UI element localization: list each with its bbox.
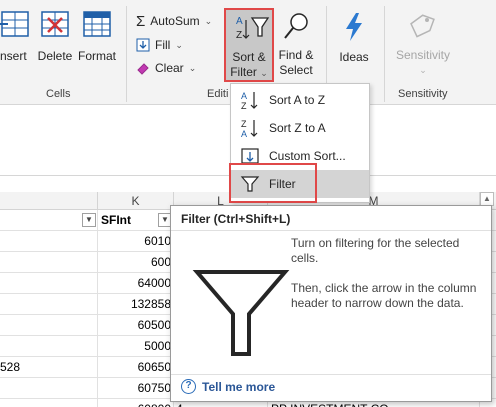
table-cell[interactable] <box>0 273 98 294</box>
sensitivity-group-label: Sensitivity <box>398 88 448 100</box>
table-cell[interactable] <box>0 231 98 252</box>
chevron-down-icon: ⌄ <box>419 65 427 75</box>
table-cell[interactable] <box>0 315 98 336</box>
clear-button[interactable]: Clear ⌄ <box>136 58 196 78</box>
table-cell[interactable] <box>0 336 98 357</box>
insert-button[interactable]: nsert <box>0 6 34 64</box>
menu-item-label: Sort A to Z <box>269 93 326 107</box>
insert-label: nsert <box>0 49 27 63</box>
svg-text:Z: Z <box>241 101 247 110</box>
column-header-k[interactable]: K <box>98 192 174 210</box>
sort-filter-label-1: Sort & <box>232 50 266 64</box>
filter-highlight-outline <box>229 163 317 203</box>
tooltip-divider <box>171 230 491 231</box>
ribbon-separator <box>126 6 127 102</box>
menu-item-sort-z-to-a[interactable]: Z A Sort Z to A <box>231 114 369 142</box>
help-icon: ? <box>181 379 196 394</box>
chevron-down-icon: ⌄ <box>175 39 183 50</box>
format-cells-icon <box>83 11 111 37</box>
tooltip-description: Then, click the arrow in the column head… <box>291 281 477 310</box>
find-select-label-1: Find & <box>278 48 314 62</box>
tooltip-divider <box>171 374 491 375</box>
sort-filter-button[interactable]: A Z Sort & Filter ⌄ <box>224 8 274 82</box>
sensitivity-label: Sensitivity <box>395 48 451 62</box>
table-cell[interactable]: 6010 <box>98 231 174 252</box>
chevron-down-icon: ⌄ <box>204 15 213 26</box>
fill-label: Fill <box>155 38 171 52</box>
tell-me-more-link[interactable]: ? Tell me more <box>181 379 275 394</box>
sigma-icon: Σ <box>136 12 146 30</box>
table-cell[interactable]: 132858 <box>98 294 174 315</box>
table-cell[interactable]: 64000 <box>98 273 174 294</box>
column-header-j[interactable] <box>0 192 98 210</box>
magnifier-icon <box>284 13 308 39</box>
table-cell[interactable]: 528 <box>0 357 98 378</box>
chevron-down-icon: ⌄ <box>188 62 197 73</box>
autosum-button[interactable]: Σ AutoSum ⌄ <box>136 11 212 31</box>
clear-label: Clear <box>155 61 184 75</box>
delete-button[interactable]: Delete <box>36 6 74 64</box>
insert-cells-icon <box>0 11 29 37</box>
table-cell[interactable] <box>0 294 98 315</box>
table-cell[interactable] <box>0 252 98 273</box>
table-cell[interactable]: 60500 <box>98 315 174 336</box>
sort-filter-label-2: Filter ⌄ <box>230 65 268 79</box>
sensitivity-button[interactable]: Sensitivity ⌄ <box>390 12 456 78</box>
filter-tooltip: Filter (Ctrl+Shift+L) Turn on filtering … <box>170 205 492 402</box>
menu-item-label: Sort Z to A <box>269 121 326 135</box>
svg-text:Z: Z <box>241 119 247 129</box>
sort-filter-icon: A Z <box>236 16 270 41</box>
svg-text:A: A <box>241 129 247 138</box>
lightning-icon <box>346 13 362 41</box>
chevron-down-icon: ⌄ <box>260 68 268 78</box>
delete-label: Delete <box>37 49 73 63</box>
fill-down-icon <box>136 38 150 52</box>
svg-text:A: A <box>241 91 247 101</box>
ideas-label: Ideas <box>339 50 369 64</box>
tooltip-description: Turn on filtering for the selected cells… <box>291 236 460 265</box>
filter-dropdown-icon[interactable]: ▼ <box>82 213 96 227</box>
eraser-icon <box>137 63 149 75</box>
format-button[interactable]: Format <box>76 6 118 64</box>
ideas-button[interactable]: Ideas <box>334 12 374 65</box>
svg-text:A: A <box>236 16 243 27</box>
sort-a-to-z-icon: A Z <box>241 91 258 110</box>
cells-group-label: Cells <box>46 88 71 100</box>
fill-button[interactable]: Fill ⌄ <box>136 35 183 55</box>
large-funnel-icon <box>192 270 290 356</box>
sfint-header: SFInt <box>101 213 131 227</box>
table-cell[interactable]: SFInt ▼ <box>98 210 174 231</box>
delete-cells-icon <box>41 11 69 37</box>
table-cell[interactable]: 60650 <box>98 357 174 378</box>
svg-text:Z: Z <box>236 30 242 41</box>
menu-item-sort-a-to-z[interactable]: A Z Sort A to Z <box>231 86 369 114</box>
tooltip-title: Filter (Ctrl+Shift+L) <box>181 212 291 226</box>
sensitivity-tag-icon <box>410 14 435 38</box>
table-cell[interactable] <box>0 378 98 399</box>
format-label: Format <box>77 49 116 63</box>
autosum-label: AutoSum <box>150 14 200 28</box>
find-select-button[interactable]: Find & Select ⌄ <box>274 12 318 94</box>
scroll-up-icon[interactable]: ▲ <box>480 192 494 206</box>
table-cell[interactable]: 5000 <box>98 336 174 357</box>
editing-group-label: Editi <box>207 88 229 100</box>
table-cell[interactable]: 60800 <box>98 399 174 407</box>
table-cell[interactable] <box>0 399 98 407</box>
tell-me-more-label: Tell me more <box>202 379 276 394</box>
table-cell[interactable]: 60750 <box>98 378 174 399</box>
table-cell[interactable]: ▼ <box>0 210 98 231</box>
table-cell[interactable]: 600 <box>98 252 174 273</box>
menu-item-label: Custom Sort... <box>269 149 346 163</box>
ribbon-separator <box>384 6 385 102</box>
sort-z-to-a-icon: Z A <box>241 119 258 138</box>
